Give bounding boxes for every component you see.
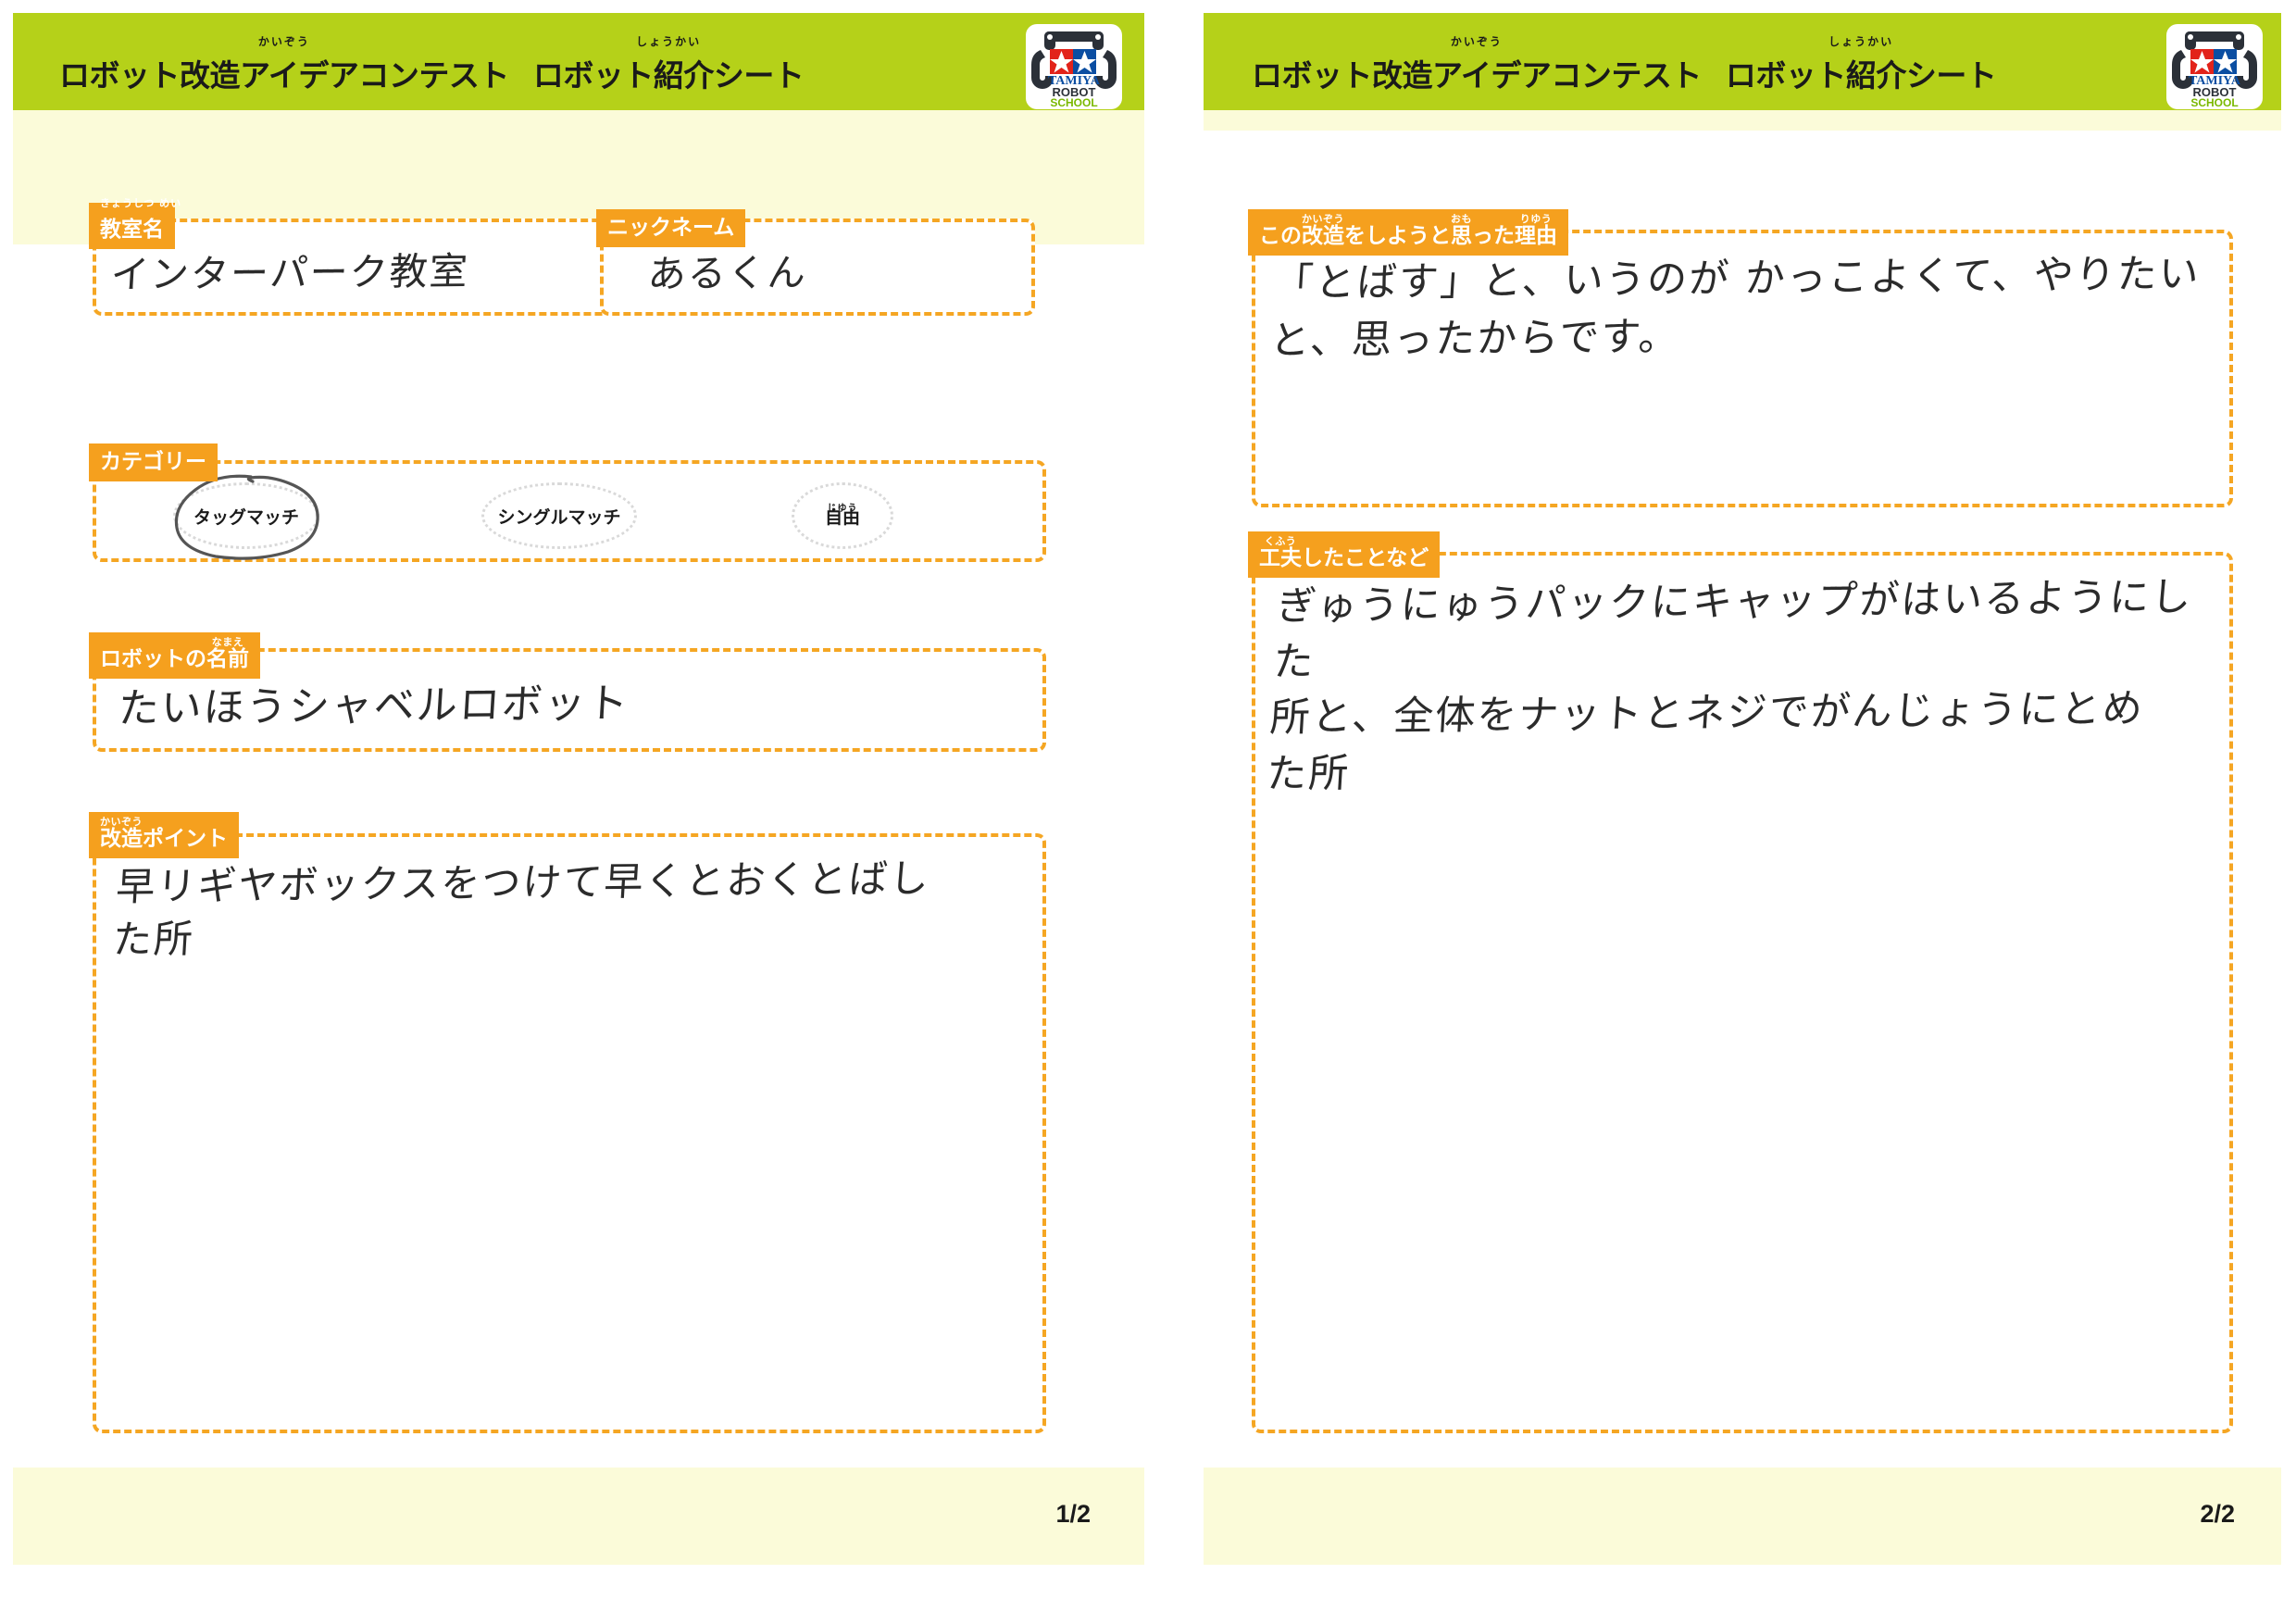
title-ruby-kaizou: かいぞう bbox=[257, 35, 310, 48]
label-reason-f: 理由 bbox=[1515, 224, 1557, 248]
ruby-devised-kufuu: くふう bbox=[1264, 535, 1297, 547]
label-robot-name-part-b: 名前 bbox=[206, 647, 249, 671]
label-modification-points: かいぞう 改造ポイント bbox=[89, 812, 239, 858]
label-category-text: カテゴリー bbox=[100, 450, 206, 474]
label-robot-name: ロボットの なまえ 名前 bbox=[89, 632, 260, 679]
category-option-tag-match-label: タッグマッチ bbox=[193, 506, 299, 528]
category-option-single-match-label: シングルマッチ bbox=[497, 506, 621, 528]
page-gutter bbox=[1157, 0, 1194, 1624]
title-right-part1: ロボット かいぞう 改造アイデアコンテスト bbox=[1252, 35, 1702, 94]
ruby-reason-kaizou: かいぞう bbox=[1302, 213, 1344, 225]
label-category: カテゴリー bbox=[89, 443, 218, 481]
value-nickname: あるくん bbox=[646, 250, 809, 297]
ruby-robot-name: なまえ bbox=[211, 636, 244, 648]
value-devised: ぎゅうにゅうパックにキャップがはいるようにした 所と、全体をナットとネジでがんじ… bbox=[1265, 574, 2194, 797]
label-devised-text: くふう 工夫したことなど bbox=[1259, 536, 1429, 570]
value-modification-points: 早リギヤボックスをつけて早くとおくとばし た所 bbox=[111, 856, 932, 962]
label-robot-name-part-b-wrap: なまえ 名前 bbox=[206, 637, 249, 671]
label-robot-name-text: ロボットの なまえ 名前 bbox=[100, 637, 249, 671]
page-right: ロボットかいぞう改造アイデアコンテストロボットしょうかい紹介シート T bbox=[1194, 0, 2296, 1624]
title-part1: ロボット かいぞう 改造アイデアコンテスト bbox=[59, 35, 509, 94]
page-number-left: 1/2 bbox=[1055, 1500, 1091, 1528]
title-right-part2: ロボット しょうかい 紹介シート bbox=[1725, 35, 1997, 94]
title-ruby-shoukai: しょうかい bbox=[636, 35, 702, 48]
label-reason-d: 思 bbox=[1451, 224, 1472, 248]
ruby-reason-omo: おも bbox=[1451, 213, 1472, 225]
label-robot-name-part-a: ロボットの bbox=[100, 647, 206, 671]
ruby-category-free: じゆう bbox=[827, 503, 858, 514]
page-title-right: ロボット かいぞう 改造アイデアコンテスト ロボット しょうかい 紹介シート bbox=[1252, 35, 1997, 95]
logo-school-text-right: SCHOOL bbox=[2190, 96, 2238, 109]
worksheet-spread: ロボット かいぞう 改造アイデアコンテスト ロボット しょうかい 紹介シート T… bbox=[0, 0, 2296, 1624]
header-banner-left: ロボット かいぞう 改造アイデアコンテスト ロボット しょうかい 紹介シート T… bbox=[13, 13, 1144, 110]
page-title-left: ロボット かいぞう 改造アイデアコンテスト ロボット しょうかい 紹介シート bbox=[59, 35, 805, 95]
ruby-classroom-name: きょうしつ めい bbox=[100, 197, 182, 209]
label-devised-a-wrap: くふう 工夫 bbox=[1259, 536, 1302, 570]
title-right-ruby-shoukai: しょうかい bbox=[1828, 35, 1894, 48]
tamiya-robot-school-logo-right: TAMIYA ROBOT SCHOOL bbox=[2165, 22, 2265, 110]
label-devised-b: したことなど bbox=[1302, 546, 1429, 570]
cream-band-top-right bbox=[1204, 110, 2281, 131]
label-classroom-name-text: 教室名 bbox=[100, 218, 164, 242]
label-modification-points-text: かいぞう 改造ポイント bbox=[100, 816, 228, 851]
page-left: ロボット かいぞう 改造アイデアコンテスト ロボット しょうかい 紹介シート T… bbox=[0, 0, 1157, 1624]
value-robot-name: たいほうシャベルロボット bbox=[117, 680, 631, 733]
title-part2: ロボット しょうかい 紹介シート bbox=[532, 35, 805, 94]
label-modification-kaizou-wrap: かいぞう 改造 bbox=[100, 816, 143, 851]
category-option-free-label: じゆう 自由 bbox=[825, 504, 860, 529]
label-devised: くふう 工夫したことなど bbox=[1248, 531, 1441, 578]
category-option-single-match[interactable]: シングルマッチ bbox=[481, 482, 637, 549]
label-reason-a: この bbox=[1259, 224, 1302, 248]
header-banner-right: ロボットかいぞう改造アイデアコンテストロボットしょうかい紹介シート T bbox=[1204, 13, 2281, 110]
value-classroom-name: インターパーク教室 bbox=[109, 248, 471, 297]
label-devised-a: 工夫 bbox=[1259, 546, 1302, 570]
label-reason-f-wrap: りゆう 理由 bbox=[1515, 214, 1557, 248]
label-classroom-name: きょうしつ めい 教室名 bbox=[89, 198, 181, 249]
label-reason-d-wrap: おも思 bbox=[1451, 214, 1472, 248]
logo-school-text: SCHOOL bbox=[1050, 96, 1097, 109]
label-reason-b: 改造 bbox=[1302, 224, 1344, 248]
ruby-modification-points: かいぞう bbox=[100, 816, 143, 828]
label-nickname-text: ニックネーム bbox=[607, 216, 735, 240]
category-option-free[interactable]: じゆう 自由 bbox=[792, 482, 893, 549]
label-reason-c: をしようと bbox=[1344, 224, 1451, 248]
title-right-ruby-kaizou: かいぞう bbox=[1450, 35, 1503, 48]
label-reason-b-wrap: かいぞう 改造 bbox=[1302, 214, 1344, 248]
cream-band-bottom-left bbox=[13, 1468, 1144, 1565]
label-reason: この かいぞう 改造をしようと おも 思った りゆう 理由 bbox=[1248, 209, 1568, 256]
cream-band-bottom-right bbox=[1204, 1468, 2281, 1565]
label-nickname: ニックネーム bbox=[596, 209, 746, 247]
label-reason-text: この かいぞう 改造をしようと おも 思った りゆう 理由 bbox=[1259, 214, 1557, 248]
category-option-tag-match[interactable]: タッグマッチ bbox=[173, 482, 319, 549]
value-reason: 「とばす」と、いうのが かっこよくて、やりたい と、思ったからです。 bbox=[1268, 250, 2202, 365]
page-number-right: 2/2 bbox=[2200, 1500, 2235, 1528]
label-reason-e: った bbox=[1472, 224, 1515, 248]
ruby-reason-riyuu: りゆう bbox=[1519, 213, 1553, 225]
tamiya-robot-school-logo: TAMIYA ROBOT SCHOOL bbox=[1024, 22, 1124, 110]
